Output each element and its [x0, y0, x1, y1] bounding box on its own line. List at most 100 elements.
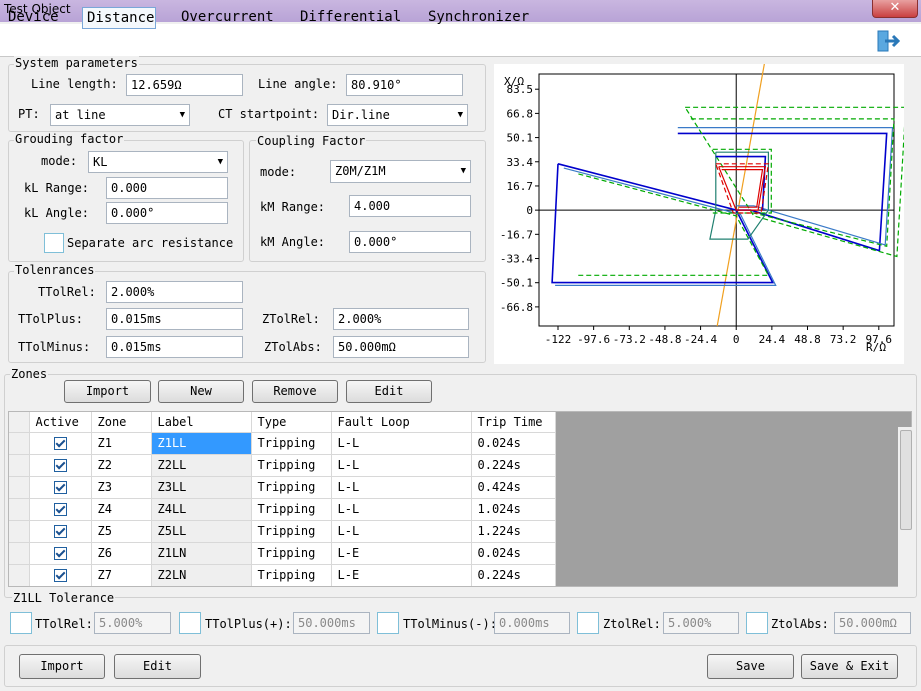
ztolrel-checkbox[interactable] — [577, 612, 599, 634]
zones-edit-button[interactable]: Edit — [346, 380, 432, 403]
trip-time-cell[interactable]: 1.024s — [471, 498, 556, 521]
zt-ttolplus-field[interactable]: 50.000ms — [293, 612, 370, 634]
fault-loop-cell[interactable]: L-L — [331, 498, 472, 521]
ttolrel-checkbox[interactable] — [10, 612, 32, 634]
table-row[interactable]: Z3 Z3LL Tripping L-L 0.424s — [9, 476, 556, 499]
zone-cell[interactable]: Z6 — [91, 542, 152, 565]
zone-cell[interactable]: Z1 — [91, 432, 152, 455]
row-header[interactable] — [9, 432, 30, 455]
line-angle-field[interactable]: 80.910° — [346, 74, 463, 96]
line-length-field[interactable]: 12.659Ω — [126, 74, 243, 96]
type-cell[interactable]: Tripping — [251, 454, 332, 477]
label-cell[interactable]: Z1LL — [151, 432, 252, 455]
active-checkbox[interactable] — [53, 525, 67, 538]
zone-cell[interactable]: Z2 — [91, 454, 152, 477]
fault-loop-cell[interactable]: L-E — [331, 542, 472, 565]
active-checkbox[interactable] — [53, 503, 67, 516]
row-header[interactable] — [9, 520, 30, 543]
ttolminus-field[interactable]: 0.015ms — [106, 336, 243, 358]
km-angle-field[interactable]: 0.000° — [349, 231, 471, 253]
tab-overcurrent[interactable]: Overcurrent — [177, 7, 278, 29]
active-cell[interactable] — [29, 476, 92, 499]
exit-door-icon[interactable] — [876, 29, 901, 53]
tab-device[interactable]: Device — [4, 7, 63, 29]
type-cell[interactable]: Tripping — [251, 432, 332, 455]
trip-time-cell[interactable]: 1.224s — [471, 520, 556, 543]
zt-ztolrel-field[interactable]: 5.000% — [663, 612, 739, 634]
zone-cell[interactable]: Z3 — [91, 476, 152, 499]
type-cell[interactable]: Tripping — [251, 542, 332, 565]
active-cell[interactable] — [29, 564, 92, 586]
active-cell[interactable] — [29, 520, 92, 543]
active-checkbox[interactable] — [53, 547, 67, 560]
active-checkbox[interactable] — [53, 437, 67, 450]
trip-time-cell[interactable]: 0.224s — [471, 454, 556, 477]
type-cell[interactable]: Tripping — [251, 476, 332, 499]
ttolminus-checkbox[interactable] — [377, 612, 399, 634]
row-header[interactable] — [9, 476, 30, 499]
fault-loop-cell[interactable]: L-E — [331, 564, 472, 586]
type-cell[interactable]: Tripping — [251, 564, 332, 586]
km-range-field[interactable]: 4.000 — [349, 195, 471, 217]
table-row[interactable]: Z7 Z2LN Tripping L-E 0.224s — [9, 564, 556, 586]
zones-import-button[interactable]: Import — [64, 380, 151, 403]
row-header[interactable] — [9, 498, 30, 521]
column-header-label[interactable]: Label — [151, 412, 252, 433]
ttolplus-checkbox[interactable] — [179, 612, 201, 634]
footer-edit-button[interactable]: Edit — [114, 654, 201, 679]
label-cell[interactable]: Z2LL — [151, 454, 252, 477]
ct-startpoint-select[interactable]: Dir.line ▼ — [327, 104, 468, 126]
fault-loop-cell[interactable]: L-L — [331, 476, 472, 499]
row-header[interactable] — [9, 454, 30, 477]
active-cell[interactable] — [29, 432, 92, 455]
label-cell[interactable]: Z1LN — [151, 542, 252, 565]
label-cell[interactable]: Z3LL — [151, 476, 252, 499]
ztolrel-field[interactable]: 2.000% — [333, 308, 469, 330]
active-cell[interactable] — [29, 542, 92, 565]
active-checkbox[interactable] — [53, 569, 67, 582]
column-header-trip-time[interactable]: Trip Time — [471, 412, 556, 433]
separate-arc-checkbox[interactable] — [44, 233, 64, 253]
zones-remove-button[interactable]: Remove — [252, 380, 338, 403]
pt-select[interactable]: at line ▼ — [50, 104, 190, 126]
active-cell[interactable] — [29, 454, 92, 477]
column-header-zone[interactable]: Zone — [91, 412, 152, 433]
zone-cell[interactable]: Z4 — [91, 498, 152, 521]
ttolplus-field[interactable]: 0.015ms — [106, 308, 243, 330]
fault-loop-cell[interactable]: L-L — [331, 520, 472, 543]
fault-loop-cell[interactable]: L-L — [331, 454, 472, 477]
table-row[interactable]: Z2 Z2LL Tripping L-L 0.224s — [9, 454, 556, 477]
column-header-type[interactable]: Type — [251, 412, 332, 433]
trip-time-cell[interactable]: 0.024s — [471, 542, 556, 565]
ttolrel-field[interactable]: 2.000% — [106, 281, 243, 303]
save-button[interactable]: Save — [707, 654, 794, 679]
active-cell[interactable] — [29, 498, 92, 521]
grounding-mode-select[interactable]: KL ▼ — [88, 151, 228, 173]
zt-ttolrel-field[interactable]: 5.000% — [94, 612, 171, 634]
table-row[interactable]: Z5 Z5LL Tripping L-L 1.224s — [9, 520, 556, 543]
zones-new-button[interactable]: New — [158, 380, 244, 403]
row-header[interactable] — [9, 542, 30, 565]
zone-cell[interactable]: Z5 — [91, 520, 152, 543]
trip-time-cell[interactable]: 0.424s — [471, 476, 556, 499]
kl-angle-field[interactable]: 0.000° — [106, 202, 228, 224]
trip-time-cell[interactable]: 0.224s — [471, 564, 556, 586]
save-exit-button[interactable]: Save & Exit — [801, 654, 898, 679]
zt-ttolminus-field[interactable]: 0.000ms — [494, 612, 570, 634]
ztolabs-checkbox[interactable] — [746, 612, 768, 634]
trip-time-cell[interactable]: 0.024s — [471, 432, 556, 455]
label-cell[interactable]: Z5LL — [151, 520, 252, 543]
zones-scrollbar-thumb[interactable] — [900, 430, 912, 530]
type-cell[interactable]: Tripping — [251, 520, 332, 543]
active-checkbox[interactable] — [53, 459, 67, 472]
active-checkbox[interactable] — [53, 481, 67, 494]
type-cell[interactable]: Tripping — [251, 498, 332, 521]
coupling-mode-select[interactable]: Z0M/Z1M ▼ — [330, 160, 471, 183]
close-button[interactable]: ✕ — [872, 0, 918, 18]
tab-differential[interactable]: Differential — [296, 7, 405, 29]
footer-import-button[interactable]: Import — [19, 654, 105, 679]
zt-ztolabs-field[interactable]: 50.000mΩ — [834, 612, 911, 634]
tab-distance[interactable]: Distance — [82, 7, 156, 29]
column-header-active[interactable]: Active — [29, 412, 92, 433]
zone-cell[interactable]: Z7 — [91, 564, 152, 586]
